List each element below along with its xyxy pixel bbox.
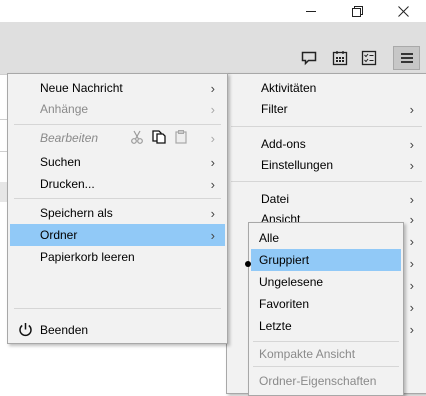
chevron-right-icon: › [210,130,215,146]
menu-separator [14,124,221,125]
menu-item-attachments[interactable]: Anhänge › [10,98,225,120]
chevron-right-icon: › [210,227,215,243]
chevron-right-icon: › [210,80,215,96]
menu-item-label: Neue Nachricht [40,81,123,95]
menu-item-label: Aktivitäten [261,81,317,95]
chevron-right-icon: › [409,191,414,207]
menu-separator [231,126,422,127]
menu-item-label: Add-ons [261,137,306,151]
close-icon[interactable] [380,0,426,22]
menu-item-label: Kompakte Ansicht [259,347,356,361]
menu-separator [14,308,221,309]
calendar-icon[interactable] [329,47,351,69]
menu-separator [253,366,399,367]
main-menu: Neue Nachricht › Anhänge › Bearbeiten › … [7,73,228,344]
submenu-item-recent[interactable]: Letzte [251,315,401,337]
menu-item-empty-trash[interactable]: Papierkorb leeren [10,246,225,268]
menu-item-save-as[interactable]: Speichern als › [10,202,225,224]
menu-item-label: Letzte [259,319,292,333]
menu-separator [14,198,221,199]
menu-item-label: Bearbeiten [40,131,99,145]
submenu-item-favorites[interactable]: Favoriten [251,293,401,315]
menu-item-folder[interactable]: Ordner › [10,224,225,246]
paste-icon[interactable] [174,129,188,147]
menu-item-label: Favoriten [259,297,310,311]
window-title-bar [0,0,426,22]
menu-item-label: Gruppiert [245,253,309,267]
menu-item-search[interactable]: Suchen › [10,151,225,173]
cut-icon[interactable] [130,130,144,147]
chat-icon[interactable] [298,47,320,69]
menu-item-new-message[interactable]: Neue Nachricht › [10,77,225,99]
chevron-right-icon: › [210,176,215,192]
menu-item-label: Papierkorb leeren [40,250,135,264]
tasks-icon[interactable] [358,47,380,69]
main-toolbar [0,22,426,75]
menu-item-filter[interactable]: Filter › [229,98,424,120]
menu-separator [253,341,399,342]
chevron-right-icon: › [409,321,414,337]
submenu-item-unread[interactable]: Ungelesene [251,271,401,293]
copy-icon[interactable] [152,129,166,147]
submenu-item-folder-properties[interactable]: Ordner-Eigenschaften [251,370,401,392]
menu-item-label: Drucken... [40,177,95,191]
chevron-right-icon: › [210,205,215,221]
menu-item-label: Alle [259,231,280,245]
chevron-right-icon: › [409,299,414,315]
menu-item-label: Anhänge [40,102,89,116]
menu-item-activities[interactable]: Aktivitäten [229,77,424,99]
chevron-right-icon: › [409,101,414,117]
menu-item-label: Ordner-Eigenschaften [259,374,377,388]
menu-item-file[interactable]: Datei › [229,188,424,210]
chevron-right-icon: › [409,136,414,152]
chevron-right-icon: › [409,157,414,173]
chevron-right-icon: › [210,154,215,170]
chevron-right-icon: › [409,211,414,227]
chevron-right-icon: › [409,277,414,293]
menu-item-label: Beenden [40,323,89,337]
radio-dot-icon [245,261,251,267]
submenu-item-grouped[interactable]: Gruppiert [245,249,401,271]
menu-item-label: Suchen [40,155,81,169]
menu-item-edit[interactable]: Bearbeiten › [10,127,225,149]
menu-item-label: Einstellungen [261,158,334,172]
minimize-icon[interactable] [288,0,334,22]
folder-submenu: Alle Gruppiert Ungelesene Favoriten Letz… [245,222,404,396]
menu-item-addons[interactable]: Add-ons › [229,133,424,155]
menu-item-label: Filter [261,102,288,116]
submenu-item-compact-view[interactable]: Kompakte Ansicht [251,343,401,365]
chevron-right-icon: › [210,101,215,117]
menu-item-quit[interactable]: Beenden [10,319,225,341]
power-icon [18,322,33,340]
menu-item-label: Datei [261,192,290,206]
menu-separator [231,181,422,182]
hamburger-menu-icon[interactable] [393,46,420,70]
menu-item-print[interactable]: Drucken... › [10,173,225,195]
chevron-right-icon: › [409,233,414,249]
chevron-right-icon: › [409,255,414,271]
restore-icon[interactable] [334,0,380,22]
menu-item-label: Ordner [40,228,78,242]
submenu-item-all[interactable]: Alle [251,227,401,249]
menu-item-label: Speichern als [40,206,113,220]
menu-item-settings[interactable]: Einstellungen › [229,154,424,176]
menu-item-label: Ungelesene [259,275,324,289]
